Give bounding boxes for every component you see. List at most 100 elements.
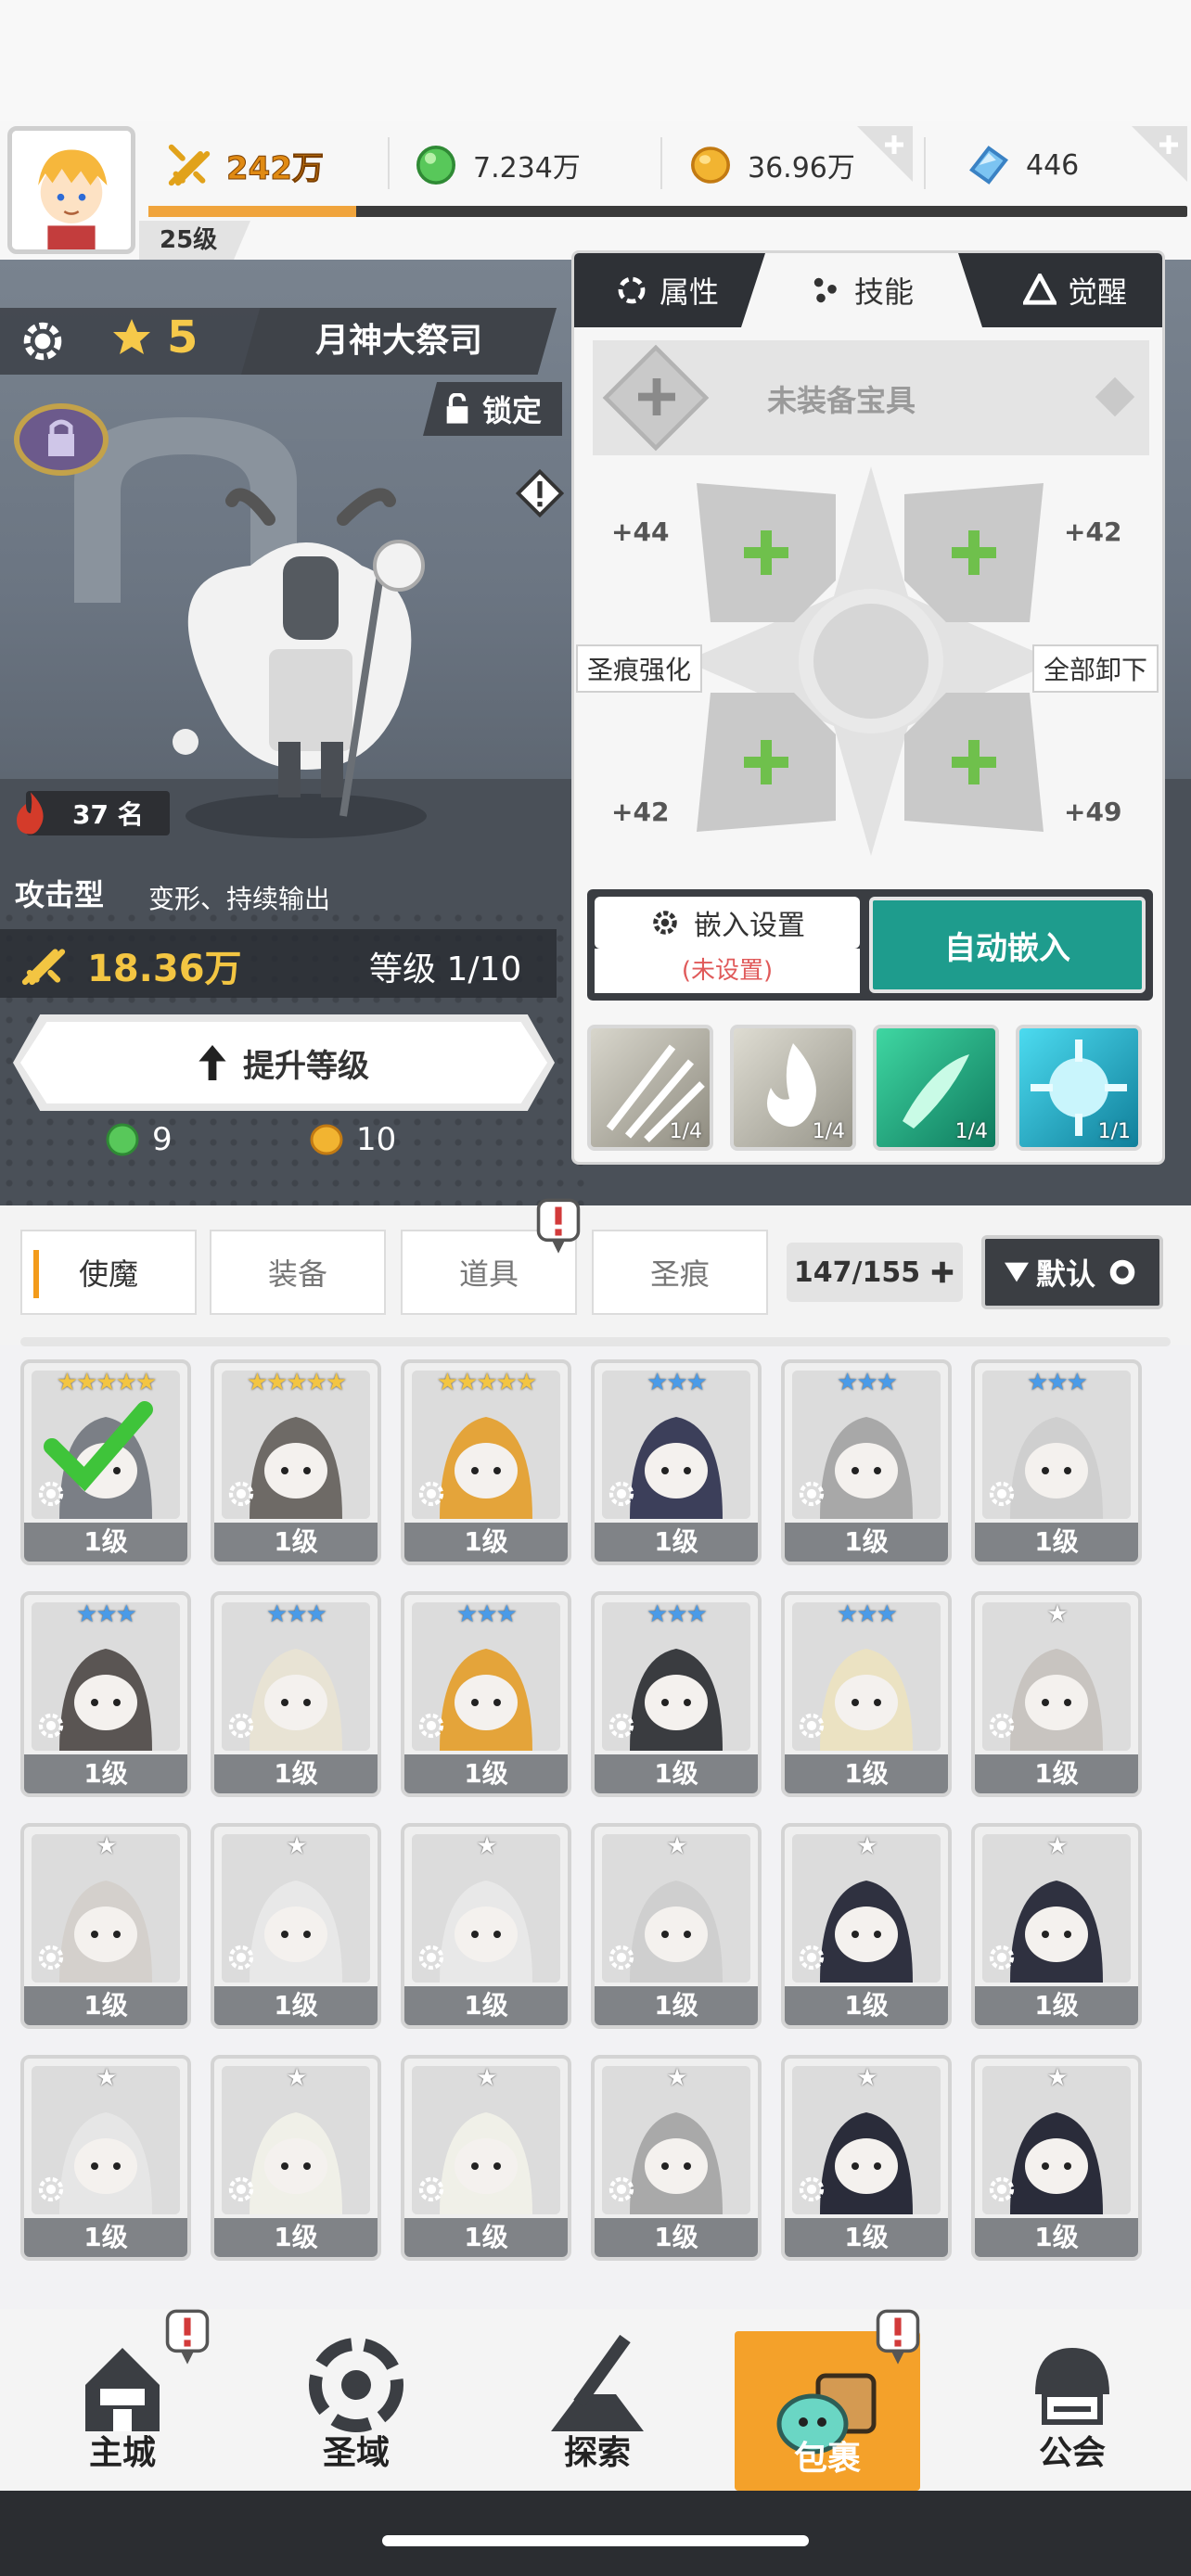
- familiar-level: 1级: [24, 1754, 187, 1793]
- embed-controls: 嵌入设置 (未设置) 自动嵌入: [587, 889, 1153, 1001]
- familiar-card[interactable]: ★★★ 1级: [211, 1591, 381, 1797]
- vortex-icon: [309, 2338, 403, 2432]
- bottom-navigation: 主城 圣域 探索 包裹 公会: [0, 2309, 1191, 2491]
- tab-awaken[interactable]: 觉醒: [982, 253, 1162, 327]
- arrow-up-icon: [198, 1045, 226, 1080]
- hero-type-description: 变形、持续输出: [148, 884, 331, 914]
- hero-power-row: 18.36万 等级 1/10: [0, 929, 557, 998]
- nav-guild[interactable]: 公会: [980, 2309, 1165, 2491]
- blue-crystal-icon: [965, 141, 1013, 189]
- familiar-card[interactable]: ★★★ 1级: [20, 1591, 191, 1797]
- socket-top-left[interactable]: [697, 483, 836, 622]
- familiar-card[interactable]: ★ 1级: [781, 1823, 952, 2029]
- home-indicator[interactable]: [382, 2535, 809, 2546]
- skill-slot[interactable]: 1/4: [730, 1025, 856, 1151]
- familiar-card[interactable]: ★★★★★ 1级: [401, 1359, 571, 1565]
- gear-icon: [418, 1713, 444, 1739]
- crossed-swords-icon: [21, 949, 66, 986]
- gear-icon: [989, 1713, 1015, 1739]
- familiar-stars: ★: [1046, 2064, 1068, 2092]
- familiar-card[interactable]: ★ 1级: [401, 2055, 571, 2261]
- stigma-sockets: +44 +42 +42 +49 圣痕强化 全部卸下: [574, 466, 1162, 856]
- system-navigation-bar: [0, 2491, 1191, 2576]
- nav-explore[interactable]: 探索: [505, 2309, 690, 2491]
- player-avatar[interactable]: [7, 126, 135, 254]
- tab-familiars[interactable]: 使魔: [20, 1230, 197, 1315]
- hero-name: 月神大祭司: [241, 308, 557, 375]
- familiar-level: 1级: [975, 1754, 1138, 1793]
- familiar-card[interactable]: ★ 1级: [401, 1823, 571, 2029]
- hero-type: 攻击型: [15, 877, 105, 912]
- player-level: 25级: [139, 221, 250, 260]
- tab-skills[interactable]: 技能: [741, 253, 982, 327]
- upgrade-cost-green: 9: [104, 1116, 173, 1163]
- upgrade-cost-gold: 10: [308, 1116, 396, 1163]
- hero-star-rating: 5: [109, 312, 198, 363]
- stigma-enhance-button[interactable]: 圣痕强化: [576, 644, 703, 693]
- familiar-card[interactable]: ★ 1级: [591, 1823, 762, 2029]
- gear-icon: [228, 1945, 254, 1970]
- familiar-card[interactable]: ★★★★★ 1级: [20, 1359, 191, 1565]
- familiar-card[interactable]: ★★★ 1级: [591, 1359, 762, 1565]
- gear-icon: [38, 1945, 64, 1970]
- skill-slot[interactable]: 1/4: [587, 1025, 713, 1151]
- familiar-card[interactable]: ★ 1级: [211, 1823, 381, 2029]
- lock-icon: [446, 393, 468, 424]
- treasure-slot[interactable]: 未装备宝具: [593, 340, 1149, 455]
- familiar-card[interactable]: ★ 1级: [971, 1823, 1142, 2029]
- tab-attributes[interactable]: 属性: [574, 253, 760, 327]
- add-crystal-icon[interactable]: [1132, 126, 1187, 182]
- familiar-card[interactable]: ★★★ 1级: [781, 1359, 952, 1565]
- familiar-stars: ★★★: [647, 1600, 708, 1628]
- settings-gear-icon[interactable]: [17, 315, 69, 367]
- familiar-card[interactable]: ★★★ 1级: [971, 1359, 1142, 1565]
- inventory-capacity[interactable]: 147/155: [787, 1243, 963, 1302]
- auto-embed-button[interactable]: 自动嵌入: [869, 897, 1146, 993]
- separator: [388, 137, 390, 189]
- familiar-card[interactable]: ★ 1级: [971, 1591, 1142, 1797]
- familiar-card[interactable]: ★★★★★ 1级: [211, 1359, 381, 1565]
- socket-top-right[interactable]: [904, 483, 1044, 622]
- gear-icon: [989, 2176, 1015, 2202]
- familiar-card[interactable]: ★ 1级: [971, 2055, 1142, 2261]
- familiar-card[interactable]: ★ 1级: [211, 2055, 381, 2261]
- info-warning-icon[interactable]: [516, 469, 564, 517]
- green-gem-icon: [106, 1123, 139, 1156]
- socket-bottom-right[interactable]: [904, 693, 1044, 832]
- lock-button[interactable]: 锁定: [423, 382, 562, 436]
- alert-badge-icon: [536, 1198, 581, 1254]
- gear-icon: [38, 2176, 64, 2202]
- skill-slot[interactable]: 1/4: [873, 1025, 999, 1151]
- familiar-card[interactable]: ★★★ 1级: [781, 1591, 952, 1797]
- gear-icon: [608, 1481, 634, 1507]
- familiar-card[interactable]: ★ 1级: [781, 2055, 952, 2261]
- gear-icon: [989, 1945, 1015, 1970]
- faction-badge-icon[interactable]: [13, 401, 109, 478]
- familiar-card[interactable]: ★ 1级: [20, 2055, 191, 2261]
- embed-settings-button[interactable]: 嵌入设置: [595, 897, 860, 949]
- triangle-down-icon: [1004, 1262, 1029, 1282]
- tab-equipment[interactable]: 装备: [210, 1230, 386, 1315]
- sort-dropdown[interactable]: 默认: [981, 1235, 1163, 1309]
- familiar-stars: ★: [1046, 1832, 1068, 1860]
- familiar-card[interactable]: ★★★ 1级: [591, 1591, 762, 1797]
- gold-counter: 36.96万: [686, 137, 855, 193]
- embed-status: (未设置): [595, 949, 860, 993]
- upgrade-level-button[interactable]: 提升等级: [13, 1014, 555, 1111]
- socket-bottom-left[interactable]: [697, 693, 836, 832]
- unequip-all-button[interactable]: 全部卸下: [1032, 644, 1159, 693]
- nav-sanctuary[interactable]: 圣域: [263, 2309, 449, 2491]
- fire-icon: [17, 792, 44, 835]
- hero-detail-panel: 属性 技能 觉醒 未装备宝具 +44 +42 +42 +49 圣痕强化 全部卸下…: [571, 250, 1165, 1165]
- skill-slot[interactable]: 1/1: [1016, 1025, 1142, 1151]
- familiar-card[interactable]: ★ 1级: [20, 1823, 191, 2029]
- familiar-level: 1级: [595, 2218, 758, 2257]
- separator: [924, 137, 926, 189]
- familiar-card[interactable]: ★★★ 1级: [401, 1591, 571, 1797]
- familiar-card[interactable]: ★ 1级: [591, 2055, 762, 2261]
- add-gold-icon[interactable]: [857, 126, 913, 182]
- familiar-level: 1级: [214, 2218, 378, 2257]
- tab-stigmata[interactable]: 圣痕: [592, 1230, 768, 1315]
- separator: [660, 137, 662, 189]
- familiar-level: 1级: [595, 1523, 758, 1562]
